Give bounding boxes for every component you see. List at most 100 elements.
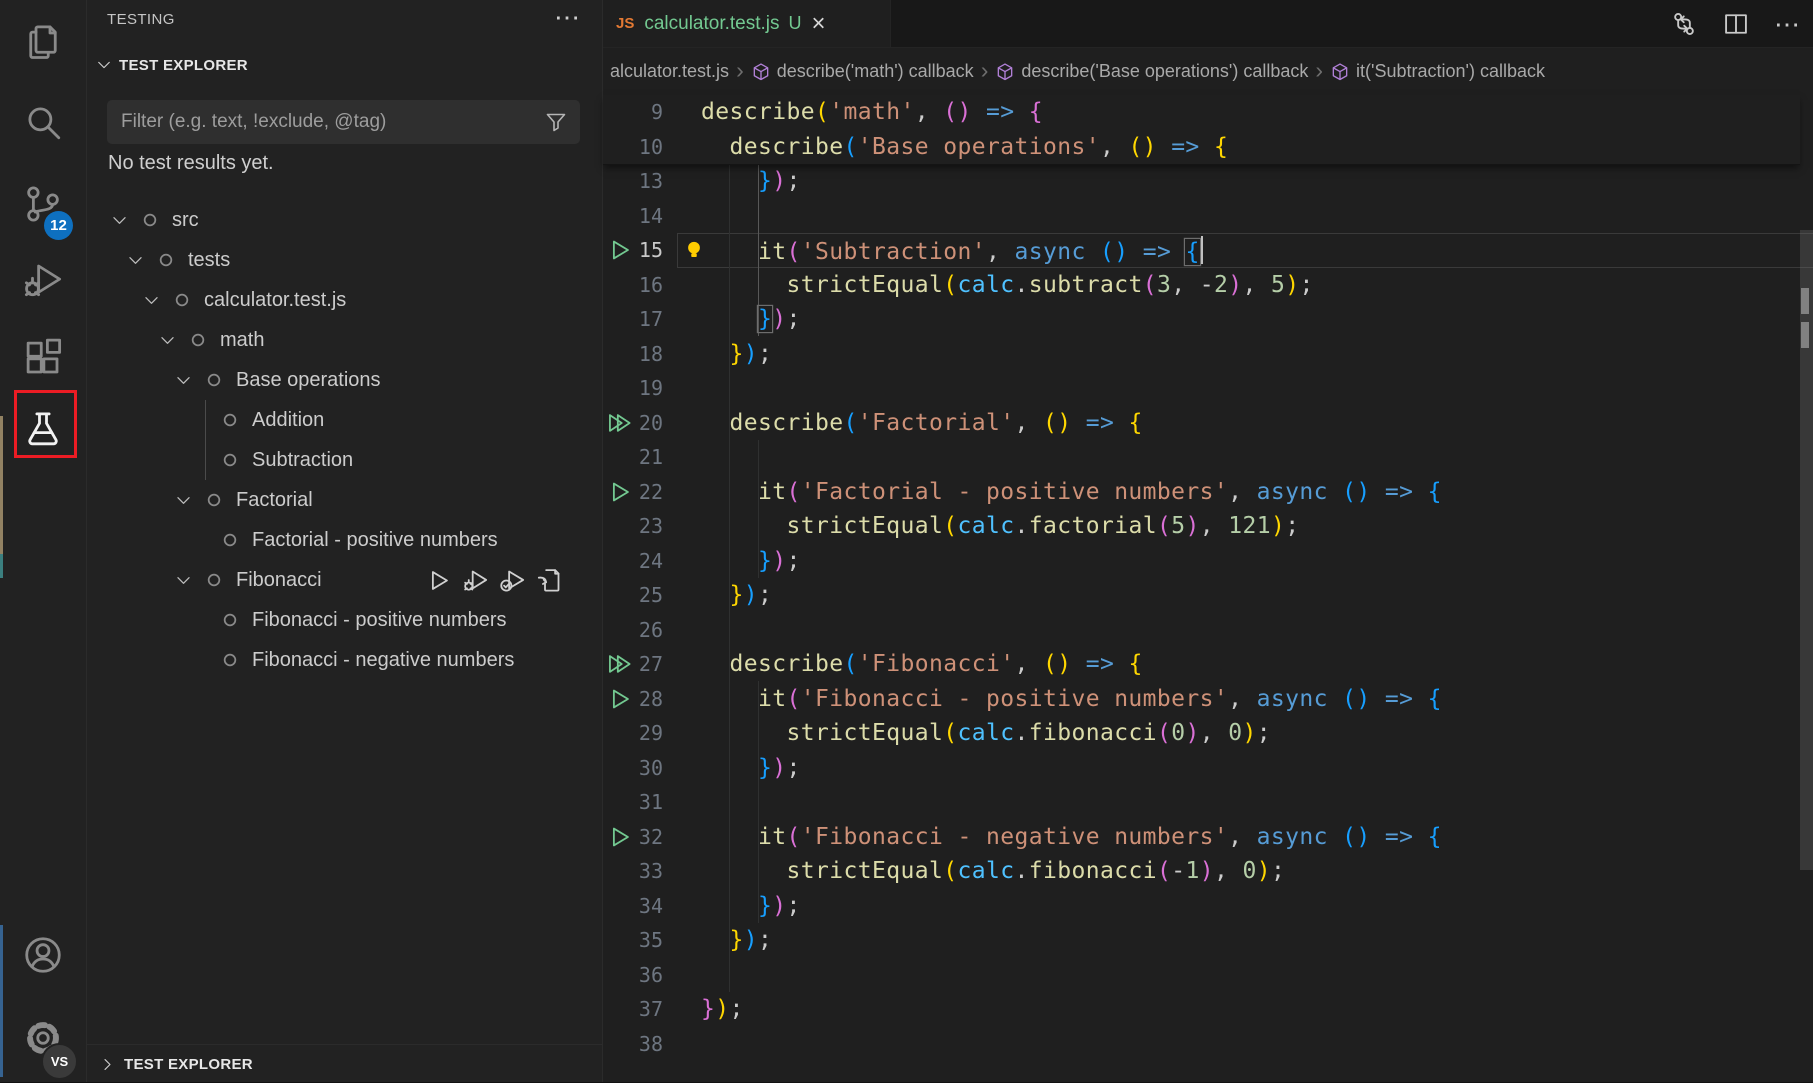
test-filter-input[interactable] — [107, 111, 544, 133]
code-line-21[interactable]: 21 — [603, 440, 1813, 475]
code-line-18[interactable]: 18 }); — [603, 337, 1813, 372]
extensions-activity-button[interactable] — [0, 322, 86, 394]
test-tree-item-fibonacci[interactable]: Fibonacci — [87, 560, 602, 600]
code-editor[interactable]: 13 }); 14 15 it('Subtraction', async () =>… — [603, 164, 1813, 1082]
split-editor-button[interactable] — [1722, 10, 1750, 38]
code-line-25[interactable]: 25 }); — [603, 578, 1813, 613]
run-test-icon[interactable] — [425, 567, 452, 594]
editor-scrollbar — [1800, 95, 1813, 1082]
sidebar-more-actions-button[interactable]: ⋯ — [554, 2, 580, 33]
lightbulb-icon[interactable] — [683, 239, 705, 261]
token: } — [758, 548, 772, 574]
token: { — [1214, 134, 1228, 160]
run-all-tests-icon[interactable] — [606, 409, 633, 436]
token: { — [1428, 824, 1442, 850]
token — [701, 239, 758, 265]
code-line-9[interactable]: 9describe('math', () => { — [603, 95, 1800, 130]
tree-item-label: math — [220, 329, 264, 352]
test-tree-item-base-operations[interactable]: Base operations — [87, 360, 602, 400]
more-actions-button[interactable]: ⋯ — [1774, 11, 1800, 37]
test-tree-item-calculator-test-js[interactable]: calculator.test.js — [87, 280, 602, 320]
code-line-10[interactable]: 10 describe('Base operations', () => { — [603, 130, 1800, 165]
token: describe — [730, 134, 844, 160]
test-tree-item-src[interactable]: src — [87, 200, 602, 240]
source-control-activity-button[interactable]: 12 — [0, 168, 86, 240]
test-explorer-section-header[interactable]: TEST EXPLORER — [95, 56, 248, 74]
run-and-debug-activity-button[interactable] — [0, 244, 86, 316]
token — [1413, 686, 1427, 712]
code-line-27[interactable]: 27 describe('Fibonacci', () => { — [603, 647, 1813, 682]
search-activity-button[interactable] — [0, 86, 86, 158]
code-line-35[interactable]: 35 }); — [603, 923, 1813, 958]
code-line-17[interactable]: 17 }); — [603, 302, 1813, 337]
token — [701, 927, 730, 953]
token: 0 — [1242, 858, 1256, 884]
token: () — [1043, 410, 1072, 436]
code-line-33[interactable]: 33 strictEqual(calc.fibonacci(-1), 0); — [603, 854, 1813, 889]
code-line-14[interactable]: 14 — [603, 199, 1813, 234]
code-line-34[interactable]: 34 }); — [603, 889, 1813, 924]
code-line-15[interactable]: 15 it('Subtraction', async () => { — [603, 233, 1813, 268]
test-tree-item-tests[interactable]: tests — [87, 240, 602, 280]
test-tree-item-addition[interactable]: Addition — [87, 400, 602, 440]
run-test-icon[interactable] — [606, 237, 633, 264]
token: ( — [787, 479, 801, 505]
code-line-31[interactable]: 31 — [603, 785, 1813, 820]
open-changes-button[interactable] — [1670, 10, 1698, 38]
code-line-19[interactable]: 19 — [603, 371, 1813, 406]
test-tree-item-factorial-positive-numbers[interactable]: Factorial - positive numbers — [87, 520, 602, 560]
filter-icon[interactable] — [544, 110, 568, 134]
code-line-29[interactable]: 29 strictEqual(calc.fibonacci(0), 0); — [603, 716, 1813, 751]
close-tab-button[interactable]: × — [812, 12, 826, 36]
code-line-30[interactable]: 30 }); — [603, 751, 1813, 786]
test-tree-item-factorial[interactable]: Factorial — [87, 480, 602, 520]
token — [1171, 239, 1185, 265]
run-all-tests-icon[interactable] — [606, 651, 633, 678]
code-line-36[interactable]: 36 — [603, 958, 1813, 993]
code-line-28[interactable]: 28 it('Fibonacci - positive numbers', as… — [603, 682, 1813, 717]
line-number: 14 — [603, 204, 701, 228]
code-line-37[interactable]: 37}); — [603, 992, 1813, 1027]
breadcrumb-item-describe-base-operations-callback[interactable]: describe('Base operations') callback — [995, 61, 1308, 82]
test-explorer-collapsed-section[interactable]: TEST EXPLORER — [87, 1044, 602, 1083]
breadcrumb-item-describe-math-callback[interactable]: describe('math') callback — [751, 61, 974, 82]
code-line-26[interactable]: 26 — [603, 613, 1813, 648]
token: calc — [957, 858, 1014, 884]
go-to-test-icon[interactable] — [536, 567, 563, 594]
run-test-icon[interactable] — [606, 478, 633, 505]
test-tree-item-fibonacci-negative-numbers[interactable]: Fibonacci - negative numbers — [87, 640, 602, 680]
run-test-icon[interactable] — [606, 685, 633, 712]
editor-group: JS calculator.test.js U × ⋯ alculator.te… — [602, 0, 1813, 1082]
screen-edge-artifact — [0, 554, 3, 578]
tab-calculator-test-js[interactable]: JS calculator.test.js U × — [603, 0, 891, 47]
code-line-24[interactable]: 24 }); — [603, 544, 1813, 579]
code-text: }); — [701, 306, 801, 332]
test-tree-item-fibonacci-positive-numbers[interactable]: Fibonacci - positive numbers — [87, 600, 602, 640]
explorer-activity-button[interactable] — [0, 4, 86, 76]
code-line-16[interactable]: 16 strictEqual(calc.subtract(3, -2), 5); — [603, 268, 1813, 303]
test-state-circle-icon — [190, 332, 206, 348]
tree-item-label: Fibonacci - positive numbers — [252, 609, 507, 632]
debug-test-icon[interactable] — [462, 567, 489, 594]
breadcrumb-item-it-subtraction-callback[interactable]: it('Subtraction') callback — [1330, 61, 1545, 82]
manage-button[interactable]: VS — [0, 1002, 86, 1074]
run-with-coverage-icon[interactable] — [499, 567, 526, 594]
token: 121 — [1228, 513, 1271, 539]
code-line-13[interactable]: 13 }); — [603, 164, 1813, 199]
code-line-20[interactable]: 20 describe('Factorial', () => { — [603, 406, 1813, 441]
breadcrumb-item-alculator-test-js[interactable]: alculator.test.js — [610, 61, 729, 82]
breadcrumb-label: alculator.test.js — [610, 61, 729, 82]
token: 'Base operations' — [858, 134, 1100, 160]
code-line-22[interactable]: 22 it('Factorial - positive numbers', as… — [603, 475, 1813, 510]
code-line-23[interactable]: 23 strictEqual(calc.factorial(5), 121); — [603, 509, 1813, 544]
test-item-inline-actions — [425, 560, 563, 600]
test-tree-item-math[interactable]: math — [87, 320, 602, 360]
test-tree-item-subtraction[interactable]: Subtraction — [87, 440, 602, 480]
token: ; — [787, 548, 801, 574]
sticky-scroll[interactable]: 9describe('math', () => {10 describe('Ba… — [603, 95, 1800, 165]
chevron-down-icon — [174, 570, 198, 590]
code-line-38[interactable]: 38 — [603, 1027, 1813, 1062]
accounts-button[interactable] — [0, 919, 86, 991]
run-test-icon[interactable] — [606, 823, 633, 850]
code-line-32[interactable]: 32 it('Fibonacci - negative numbers', as… — [603, 820, 1813, 855]
